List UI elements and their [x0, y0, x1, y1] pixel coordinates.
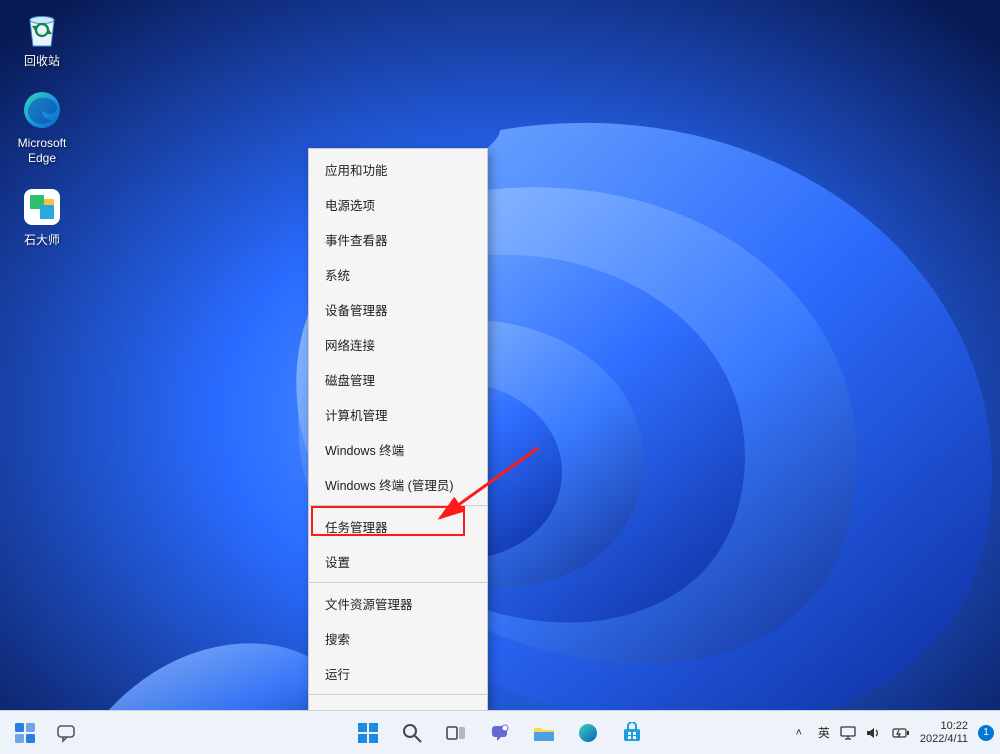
edge-icon — [18, 86, 66, 134]
menu-separator — [309, 582, 487, 583]
menu-item-apps-features[interactable]: 应用和功能 — [309, 152, 487, 187]
teams-chat-icon — [489, 722, 511, 744]
chevron-up-icon: ˄ — [796, 727, 802, 739]
widgets-icon — [14, 722, 36, 744]
ime-text: 英 — [818, 724, 830, 741]
taskbar-left — [6, 711, 85, 754]
wallpaper — [0, 0, 1000, 754]
chat-button[interactable] — [481, 714, 519, 752]
clock-time: 10:22 — [940, 720, 968, 733]
tray-overflow-button[interactable]: ˄ — [790, 714, 808, 752]
menu-item-settings[interactable]: 设置 — [309, 544, 487, 579]
menu-item-system[interactable]: 系统 — [309, 257, 487, 292]
menu-item-event-viewer[interactable]: 事件查看器 — [309, 222, 487, 257]
search-button[interactable] — [393, 714, 431, 752]
clock[interactable]: 10:22 2022/4/11 — [920, 720, 968, 745]
menu-item-file-explorer[interactable]: 文件资源管理器 — [309, 586, 487, 621]
desktop-icons-area: 回收站 Microsoft Edge — [6, 4, 78, 248]
notification-center-button[interactable]: 1 — [978, 714, 994, 752]
shidashi-icon — [18, 183, 66, 231]
menu-item-windows-terminal-admin[interactable]: Windows 终端 (管理员) — [309, 467, 487, 502]
taskbar-center — [349, 714, 651, 752]
chat-icon — [56, 723, 76, 743]
chat-button-left[interactable] — [47, 714, 85, 752]
desktop-icon-label: 回收站 — [24, 54, 60, 68]
store-button[interactable] — [613, 714, 651, 752]
folder-icon — [532, 722, 556, 744]
search-icon — [401, 722, 423, 744]
system-tray: ˄ 英 — [790, 711, 994, 754]
store-icon — [621, 722, 643, 744]
network-icon[interactable] — [840, 714, 856, 752]
ime-indicator[interactable]: 英 — [818, 714, 830, 752]
monitor-icon — [840, 726, 856, 740]
taskbar: ˄ 英 — [0, 710, 1000, 754]
desktop-icon-recycle-bin[interactable]: 回收站 — [6, 4, 78, 68]
notification-count: 1 — [983, 727, 989, 738]
speaker-icon — [866, 726, 882, 740]
menu-item-search[interactable]: 搜索 — [309, 621, 487, 656]
notification-badge: 1 — [978, 725, 994, 741]
desktop-icon-edge[interactable]: Microsoft Edge — [6, 86, 78, 165]
menu-separator — [309, 505, 487, 506]
battery-icon[interactable] — [892, 714, 910, 752]
edge-button[interactable] — [569, 714, 607, 752]
desktop[interactable]: 回收站 Microsoft Edge — [0, 0, 1000, 754]
menu-item-disk-management[interactable]: 磁盘管理 — [309, 362, 487, 397]
menu-item-task-manager[interactable]: 任务管理器 — [309, 509, 487, 544]
taskview-button[interactable] — [437, 714, 475, 752]
windows-start-icon — [357, 722, 379, 744]
power-icon — [892, 727, 910, 739]
taskview-icon — [445, 722, 467, 744]
menu-item-power-options[interactable]: 电源选项 — [309, 187, 487, 222]
file-explorer-button[interactable] — [525, 714, 563, 752]
start-button[interactable] — [349, 714, 387, 752]
edge-icon — [577, 722, 599, 744]
menu-item-run[interactable]: 运行 — [309, 656, 487, 691]
volume-icon[interactable] — [866, 714, 882, 752]
menu-item-device-manager[interactable]: 设备管理器 — [309, 292, 487, 327]
menu-item-windows-terminal[interactable]: Windows 终端 — [309, 432, 487, 467]
desktop-icon-label: Microsoft Edge — [18, 136, 67, 165]
desktop-icon-shidashi[interactable]: 石大师 — [6, 183, 78, 247]
widgets-button[interactable] — [6, 714, 44, 752]
menu-separator — [309, 694, 487, 695]
recycle-bin-icon — [18, 4, 66, 52]
menu-item-computer-management[interactable]: 计算机管理 — [309, 397, 487, 432]
desktop-icon-label: 石大师 — [24, 233, 60, 247]
clock-date: 2022/4/11 — [920, 733, 968, 746]
start-context-menu: 应用和功能 电源选项 事件查看器 系统 设备管理器 网络连接 磁盘管理 计算机管… — [308, 148, 488, 754]
menu-item-network-connections[interactable]: 网络连接 — [309, 327, 487, 362]
